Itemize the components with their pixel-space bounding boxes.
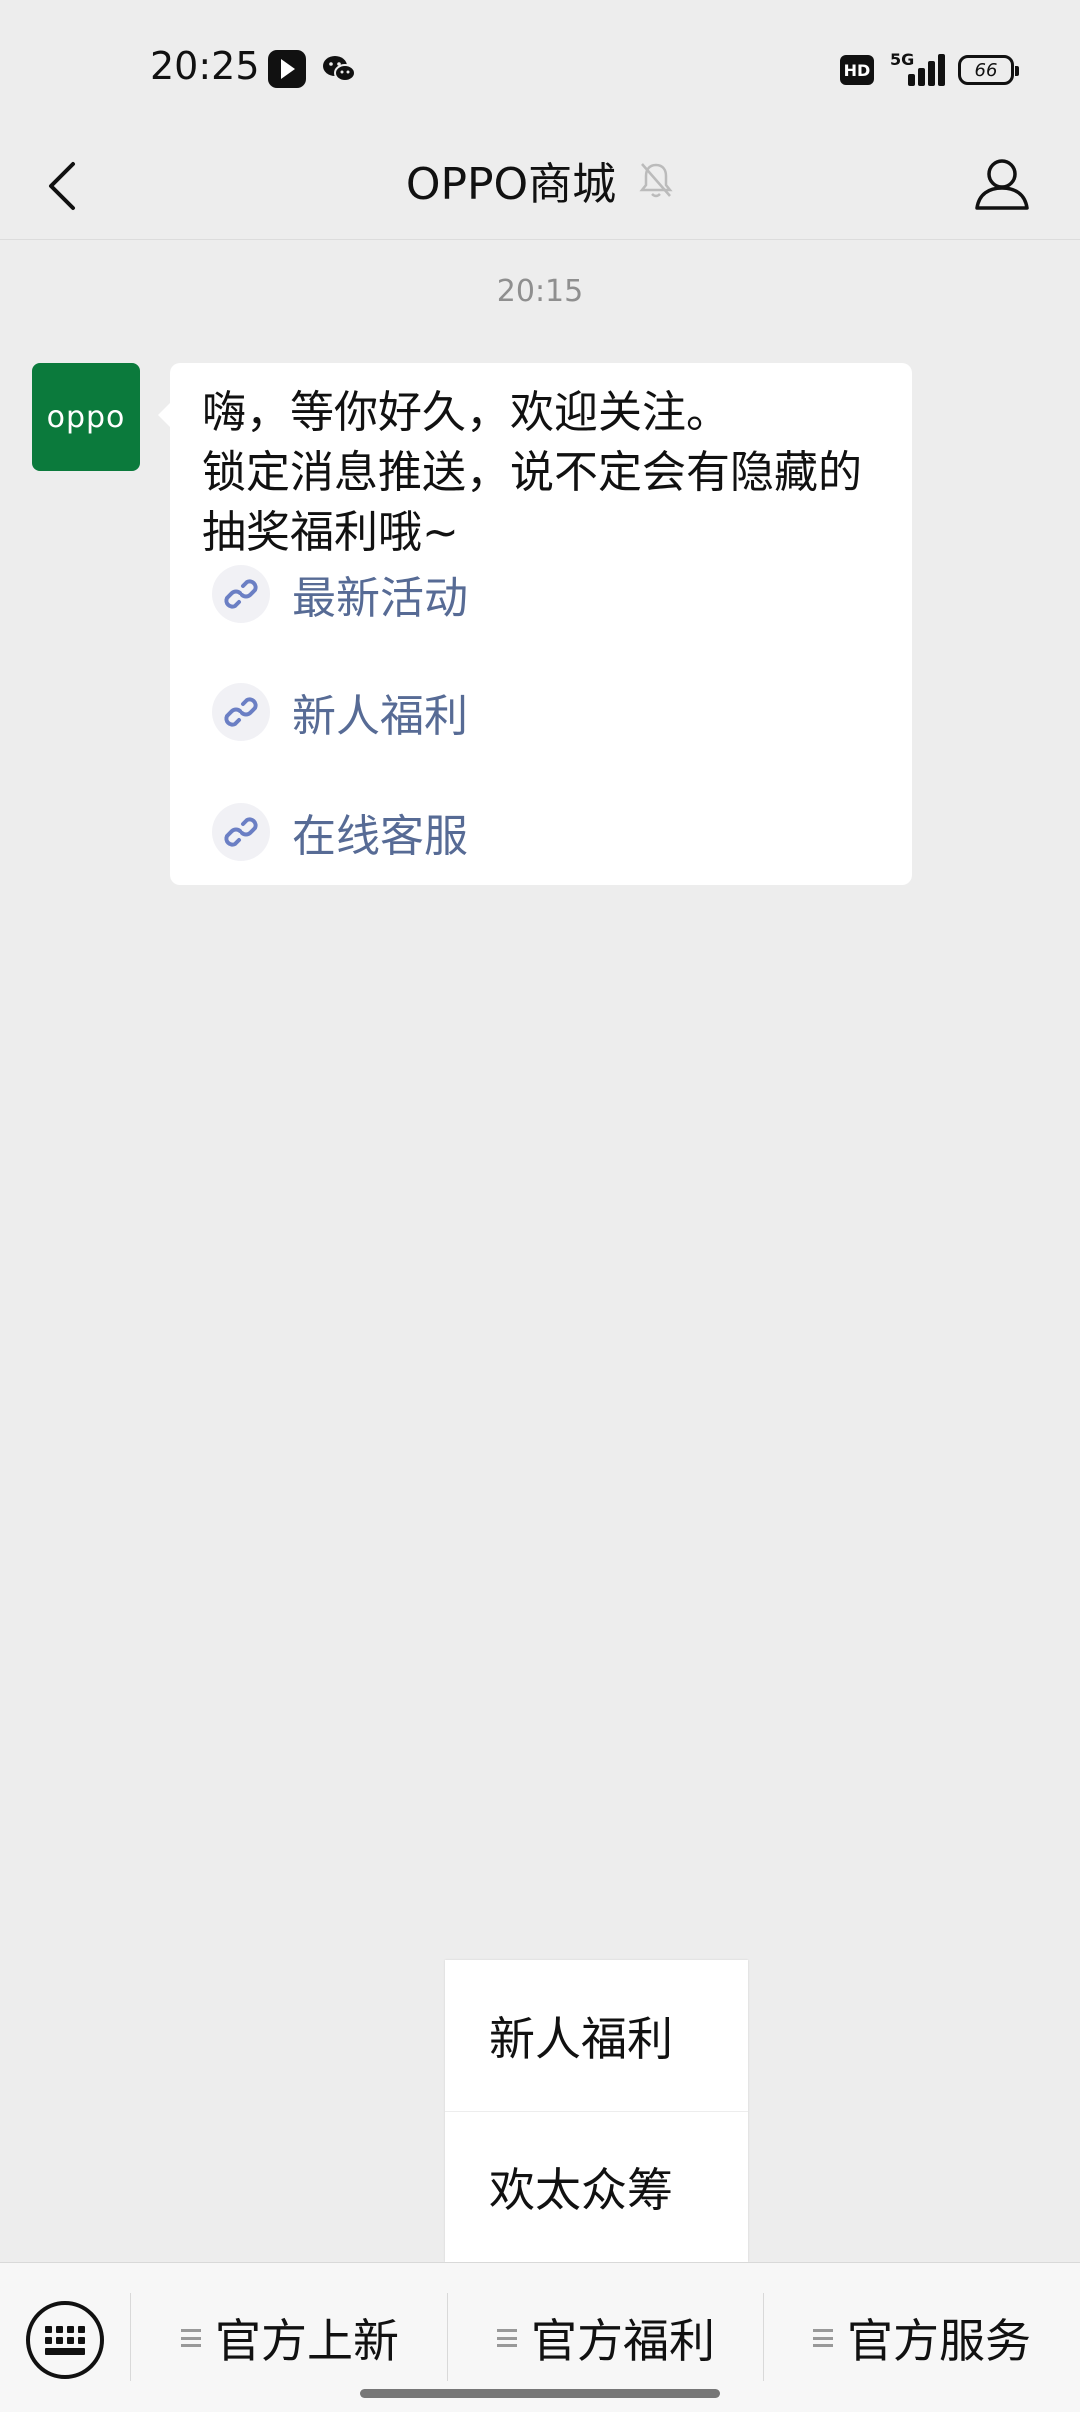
link-icon xyxy=(212,565,270,623)
keyboard-icon xyxy=(45,2325,85,2355)
message-line: 嗨，等你好久，欢迎关注。 xyxy=(202,387,730,438)
menu-label: 官方福利 xyxy=(531,2314,715,2368)
avatar-logo-text: oppo xyxy=(46,399,126,435)
menu-lines-icon xyxy=(497,2329,517,2347)
battery-icon: 66 xyxy=(958,55,1019,85)
menu-lines-icon xyxy=(813,2329,833,2347)
link-online-support[interactable]: 在线客服 xyxy=(212,800,468,864)
wechat-icon xyxy=(320,50,358,88)
submenu-item-crowdfunding[interactable]: 欢太众筹 xyxy=(445,2111,748,2262)
profile-icon xyxy=(975,159,1029,210)
nav-bar: OPPO商城 xyxy=(0,136,1080,240)
video-app-icon xyxy=(268,50,306,88)
menu-lines-icon xyxy=(181,2329,201,2347)
mute-bell-icon xyxy=(639,163,673,198)
menu-divider xyxy=(130,2293,131,2381)
profile-button[interactable] xyxy=(964,146,1040,222)
menu-official-benefits[interactable]: 官方福利 xyxy=(448,2283,764,2393)
message-line: 锁定消息推送，说不定会有隐藏的抽奖福利哦~ xyxy=(202,447,862,558)
status-bar: 20:25 HD 5G 66 xyxy=(0,0,1080,136)
menu-label: 官方上新 xyxy=(215,2314,399,2368)
link-label: 新人福利 xyxy=(292,691,468,742)
message-bubble: 嗨，等你好久，欢迎关注。 锁定消息推送，说不定会有隐藏的抽奖福利哦~ 最新活动 … xyxy=(158,363,912,885)
bottom-menu-bar: 官方上新 官方福利 官方服务 xyxy=(0,2262,1080,2412)
hd-badge: HD xyxy=(840,55,874,85)
avatar[interactable]: oppo xyxy=(32,363,140,471)
link-label: 在线客服 xyxy=(292,811,468,862)
status-indicators: HD 5G 66 xyxy=(840,50,1019,90)
keyboard-toggle-button[interactable] xyxy=(26,2301,104,2379)
link-icon xyxy=(212,803,270,861)
message-text: 嗨，等你好久，欢迎关注。 锁定消息推送，说不定会有隐藏的抽奖福利哦~ xyxy=(202,383,892,563)
page-title: OPPO商城 xyxy=(405,159,617,210)
link-label: 最新活动 xyxy=(292,573,468,624)
link-latest-activity[interactable]: 最新活动 xyxy=(212,562,468,626)
title-group: OPPO商城 xyxy=(0,148,1080,212)
message-timestamp: 20:15 xyxy=(496,274,584,309)
menu-label: 官方服务 xyxy=(847,2314,1031,2368)
link-new-user-benefits[interactable]: 新人福利 xyxy=(212,680,468,744)
submenu-popup: 新人福利 欢太众筹 xyxy=(445,1960,748,2262)
link-icon xyxy=(212,683,270,741)
signal-icon: 5G xyxy=(886,50,946,90)
status-time: 20:25 xyxy=(150,44,260,88)
network-type: 5G xyxy=(890,50,915,69)
home-indicator[interactable] xyxy=(360,2389,720,2398)
menu-official-services[interactable]: 官方服务 xyxy=(764,2283,1080,2393)
menu-official-new[interactable]: 官方上新 xyxy=(132,2283,448,2393)
submenu-item-new-user-benefits[interactable]: 新人福利 xyxy=(445,1960,748,2111)
